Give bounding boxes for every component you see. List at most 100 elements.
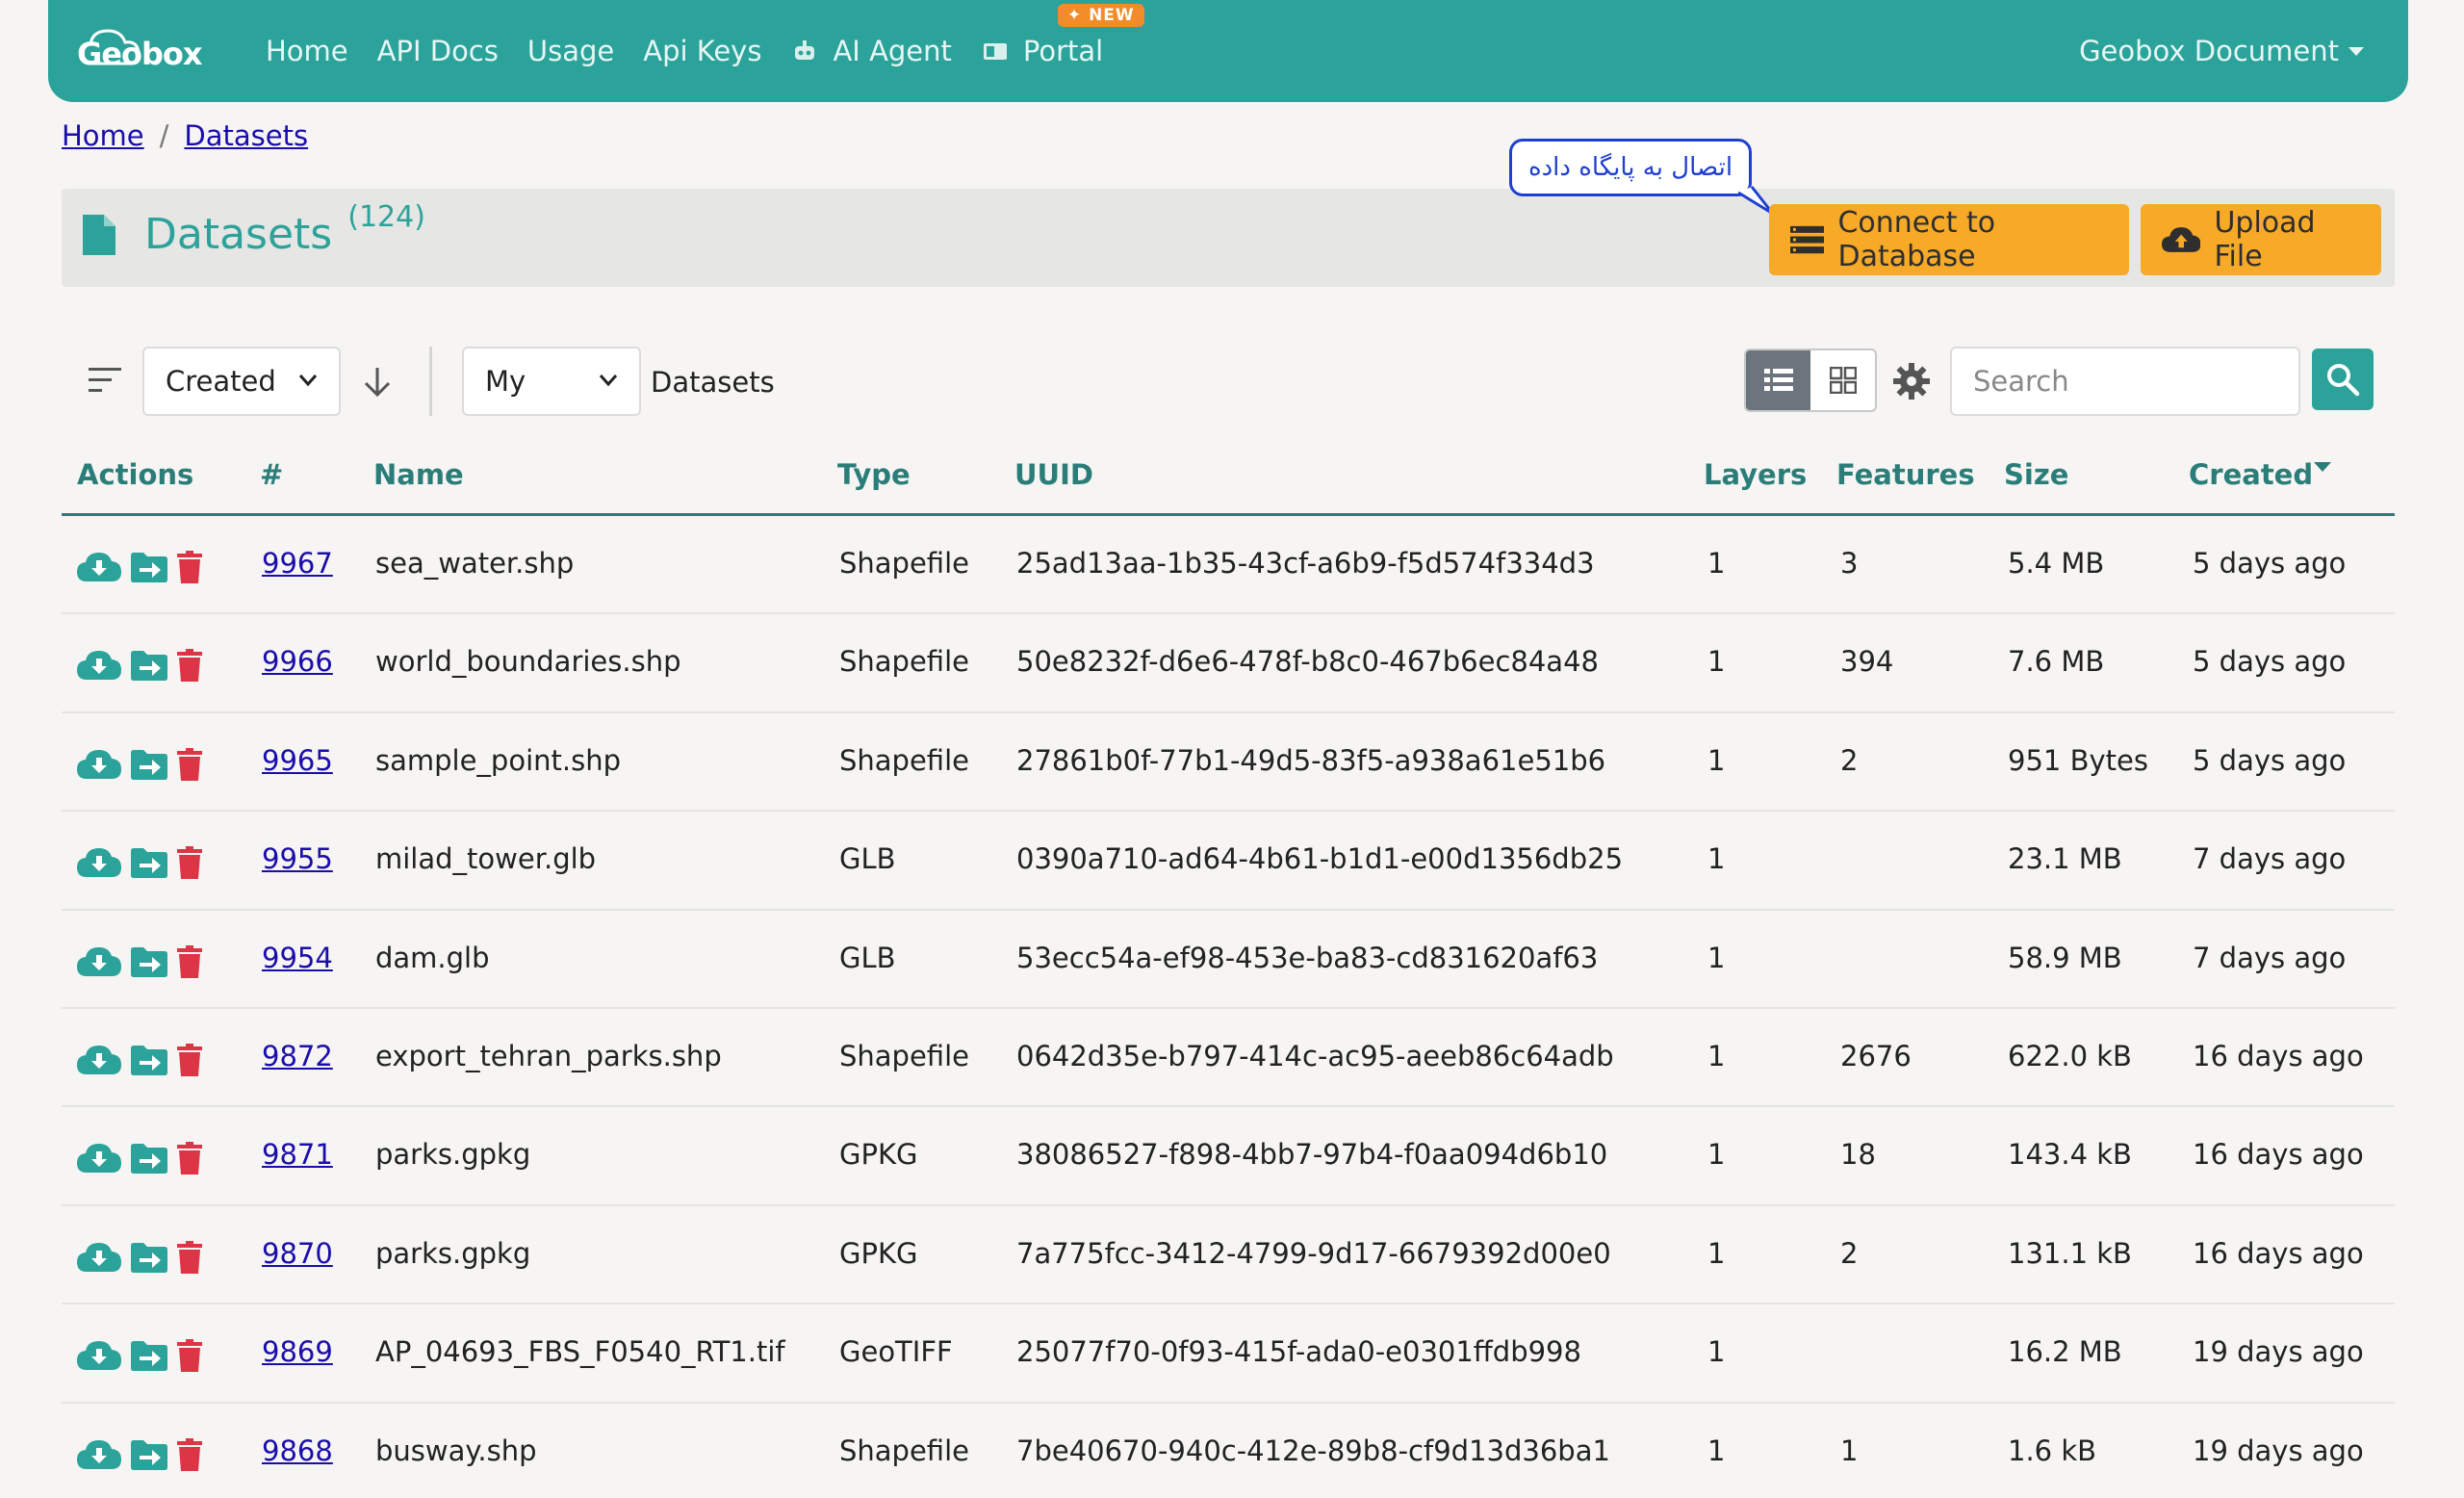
search-button[interactable] — [2312, 349, 2374, 410]
download-icon[interactable] — [77, 551, 121, 587]
dataset-id-link[interactable]: 9872 — [262, 1040, 333, 1072]
column-header-layers[interactable]: Layers — [1704, 458, 1807, 491]
column-header-features[interactable]: Features — [1836, 458, 1975, 491]
cell-layers: 1 — [1707, 1335, 1726, 1369]
download-icon[interactable] — [77, 1241, 121, 1278]
cell-size: 7.6 MB — [2008, 645, 2105, 679]
new-badge-text: NEW — [1089, 6, 1135, 25]
trash-icon[interactable] — [177, 1339, 202, 1376]
cell-layers: 1 — [1707, 941, 1726, 974]
download-icon[interactable] — [77, 1142, 121, 1178]
download-icon[interactable] — [77, 846, 121, 883]
chevron-down-icon — [298, 374, 318, 387]
move-to-folder-icon[interactable] — [131, 847, 167, 882]
sort-caret-icon[interactable] — [2314, 462, 2331, 472]
gear-icon[interactable] — [1892, 362, 1931, 400]
download-icon[interactable] — [77, 748, 121, 785]
nav-ai-agent[interactable]: AI Agent — [790, 35, 952, 67]
nav-usage[interactable]: Usage — [527, 35, 614, 67]
dataset-id-link[interactable]: 9955 — [262, 842, 333, 875]
table-row: 9965 sample_point.shp Shapefile 27861b0f… — [62, 713, 2395, 813]
upload-file-button[interactable]: Upload File — [2141, 204, 2381, 275]
cell-created: 16 days ago — [2193, 1138, 2364, 1172]
sort-lines-icon[interactable] — [89, 368, 121, 393]
nav-home[interactable]: Home — [266, 35, 348, 67]
cell-uuid: 25ad13aa-1b35-43cf-a6b9-f5d574f334d3 — [1016, 547, 1595, 580]
download-icon[interactable] — [77, 1339, 121, 1376]
document-menu[interactable]: Geobox Document — [2079, 0, 2364, 102]
move-to-folder-icon[interactable] — [131, 1242, 167, 1277]
move-to-folder-icon[interactable] — [131, 1045, 167, 1079]
column-header-size[interactable]: Size — [2004, 458, 2068, 491]
row-actions — [77, 1240, 212, 1278]
dataset-id-link[interactable]: 9871 — [262, 1138, 333, 1171]
download-icon[interactable] — [77, 945, 121, 982]
cell-name: export_tehran_parks.shp — [375, 1039, 722, 1072]
cloud-upload-icon — [2162, 227, 2201, 252]
dataset-id-link[interactable]: 9967 — [262, 547, 333, 580]
table-row: 9966 world_boundaries.shp Shapefile 50e8… — [62, 614, 2395, 713]
table-row: 9872 export_tehran_parks.shp Shapefile 0… — [62, 1009, 2395, 1108]
breadcrumb-datasets[interactable]: Datasets — [184, 119, 308, 152]
row-actions — [77, 1142, 212, 1178]
sort-direction-arrow-icon[interactable] — [362, 366, 393, 399]
column-header-uuid[interactable]: UUID — [1014, 458, 1093, 491]
trash-icon[interactable] — [177, 1043, 202, 1080]
download-icon[interactable] — [77, 649, 121, 685]
nav-api-keys[interactable]: Api Keys — [643, 35, 761, 67]
trash-icon[interactable] — [177, 649, 202, 685]
dataset-id-link[interactable]: 9870 — [262, 1237, 333, 1270]
cell-name: sea_water.shp — [375, 547, 575, 580]
trash-icon[interactable] — [177, 551, 202, 587]
download-icon[interactable] — [77, 1438, 121, 1475]
top-navbar: Geobox Home API Docs Usage Api Keys AI A… — [48, 0, 2408, 102]
trash-icon[interactable] — [177, 944, 202, 982]
cell-id: 9967 — [262, 547, 333, 580]
owner-filter-select[interactable]: My — [462, 347, 641, 416]
cell-created: 7 days ago — [2193, 941, 2347, 974]
column-header-id[interactable]: # — [260, 458, 283, 491]
trash-icon[interactable] — [177, 846, 202, 883]
column-header-actions: Actions — [77, 458, 194, 491]
list-view-button[interactable] — [1746, 350, 1810, 410]
cell-name: dam.glb — [375, 941, 490, 974]
download-icon[interactable] — [77, 1044, 121, 1080]
move-to-folder-icon[interactable] — [131, 650, 167, 684]
cell-created: 19 days ago — [2193, 1335, 2364, 1369]
logo-text[interactable]: Geobox — [77, 36, 202, 72]
cell-size: 1.6 kB — [2008, 1433, 2097, 1467]
move-to-folder-icon[interactable] — [131, 552, 167, 586]
dataset-id-link[interactable]: 9965 — [262, 744, 333, 777]
breadcrumb-home[interactable]: Home — [62, 119, 144, 152]
move-to-folder-icon[interactable] — [131, 946, 167, 981]
nav-api-docs[interactable]: API Docs — [377, 35, 499, 67]
search-input[interactable] — [1950, 347, 2300, 416]
column-header-type[interactable]: Type — [837, 458, 911, 491]
dataset-id-link[interactable]: 9868 — [262, 1434, 333, 1467]
dataset-id-link[interactable]: 9966 — [262, 645, 333, 678]
grid-view-button[interactable] — [1810, 350, 1875, 410]
cell-name: parks.gpkg — [375, 1236, 531, 1270]
cell-layers: 1 — [1707, 842, 1726, 876]
cell-created: 5 days ago — [2193, 645, 2347, 679]
move-to-folder-icon[interactable] — [131, 1340, 167, 1375]
trash-icon[interactable] — [177, 1240, 202, 1278]
upload-file-label: Upload File — [2214, 206, 2316, 273]
column-header-created[interactable]: Created — [2189, 458, 2313, 491]
cell-type: GeoTIFF — [839, 1335, 953, 1369]
trash-icon[interactable] — [177, 1142, 202, 1178]
nav-links: Home API Docs Usage Api Keys AI Agent Po… — [266, 0, 1144, 102]
move-to-folder-icon[interactable] — [131, 1439, 167, 1474]
column-header-name[interactable]: Name — [373, 458, 464, 491]
move-to-folder-icon[interactable] — [131, 1143, 167, 1177]
connect-database-button[interactable]: Connect to Database — [1769, 204, 2129, 275]
dataset-id-link[interactable]: 9869 — [262, 1335, 333, 1368]
sort-field-select[interactable]: Created — [142, 347, 341, 416]
trash-icon[interactable] — [177, 747, 202, 785]
nav-portal[interactable]: Portal ✦ NEW — [981, 4, 1144, 67]
dataset-id-link[interactable]: 9954 — [262, 942, 333, 974]
trash-icon[interactable] — [177, 1437, 202, 1475]
database-icon — [1790, 225, 1825, 254]
cell-type: GLB — [839, 842, 896, 876]
move-to-folder-icon[interactable] — [131, 749, 167, 784]
